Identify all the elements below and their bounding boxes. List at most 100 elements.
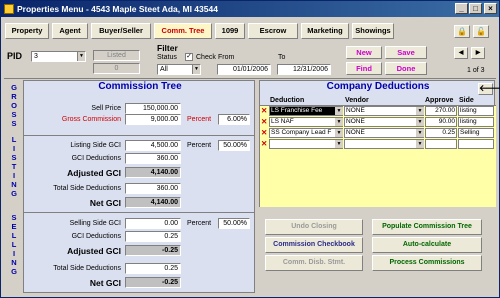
listing-gci-deductions-input[interactable]: 360.00 — [125, 153, 181, 164]
save-button[interactable]: Save — [385, 46, 427, 59]
maximize-button[interactable]: □ — [469, 3, 482, 14]
col-vendor: Vendor — [345, 97, 369, 104]
comm-disb-stmt-button[interactable]: Comm. Disb. Stmt. — [265, 255, 363, 271]
chevron-down-icon[interactable]: ▼ — [416, 118, 424, 126]
selling-net-gci-label: Net GCI — [89, 278, 121, 288]
gross-percent-label: Percent — [187, 116, 212, 123]
listing-adjusted-gci-label: Adjusted GCI — [67, 168, 121, 178]
status-value: All — [160, 66, 168, 73]
from-date-input[interactable]: 01/01/2006 — [217, 64, 271, 75]
lock-icon[interactable]: 🔒 — [454, 25, 470, 38]
filter-title: Filter — [157, 43, 178, 53]
deduction-cell[interactable] — [269, 139, 343, 149]
chevron-down-icon[interactable]: ▼ — [416, 107, 424, 115]
selling-gci-deductions-label: GCI Deductions — [71, 233, 121, 240]
record-counter: 1 of 3 — [467, 67, 485, 74]
listing-percent-input[interactable]: 50.00% — [218, 140, 250, 151]
selling-percent-input[interactable]: 50.00% — [218, 218, 250, 229]
process-commissions-button[interactable]: Process Commissions — [372, 255, 482, 271]
lock-open-icon[interactable]: 🔓 — [473, 25, 489, 38]
to-date-input[interactable]: 12/31/2006 — [277, 64, 331, 75]
side-cell[interactable]: listing — [458, 117, 494, 127]
tab-agent[interactable]: Agent — [52, 23, 88, 39]
listed-label: Listed — [93, 50, 140, 61]
next-record-icon[interactable]: ▶ — [471, 47, 485, 59]
listing-total-side-deductions-input[interactable]: 360.00 — [125, 183, 181, 194]
deduction-cell[interactable]: SS Company Lead F — [269, 128, 343, 138]
arrow-left-icon[interactable]: 🡐 — [478, 83, 500, 95]
delete-row-icon[interactable]: ✕ — [261, 117, 267, 126]
status-select[interactable]: All ▼ — [157, 64, 201, 75]
selling-percent-label: Percent — [187, 220, 212, 227]
title-bar: Properties Menu - 4543 Maple Steet Ada, … — [1, 1, 499, 17]
col-deduction: Deduction — [270, 97, 305, 104]
chevron-down-icon: ▼ — [192, 65, 200, 74]
gross-side-label: GROSS — [11, 83, 17, 128]
sell-price-input[interactable]: 150,000.00 — [125, 103, 181, 114]
side-cell[interactable]: listing — [458, 106, 494, 116]
listing-net-gci-label: Net GCI — [89, 198, 121, 208]
chevron-down-icon[interactable]: ▼ — [335, 107, 343, 115]
chevron-down-icon[interactable]: ▼ — [335, 129, 343, 137]
deduction-cell[interactable]: LS NAF — [269, 117, 343, 127]
window-title: Properties Menu - 4543 Maple Steet Ada, … — [17, 4, 218, 14]
gross-percent-input[interactable]: 6.00% — [218, 114, 250, 125]
side-cell[interactable] — [458, 139, 494, 149]
listing-side-gci-input[interactable]: 4,500.00 — [125, 140, 181, 151]
selling-total-side-deductions-label: Total Side Deductions — [53, 265, 121, 272]
listing-gci-deductions-label: GCI Deductions — [71, 155, 121, 162]
tab-escrow[interactable]: Escrow — [248, 23, 298, 39]
deduction-cell[interactable]: LS Franchise Fee — [269, 106, 343, 116]
selling-total-side-deductions-input[interactable]: 0.25 — [125, 263, 181, 274]
close-button[interactable]: × — [484, 3, 497, 14]
col-approve: Approve — [425, 97, 454, 104]
listing-percent-label: Percent — [187, 142, 212, 149]
selling-gci-deductions-input[interactable]: 0.25 — [125, 231, 181, 242]
approve-cell[interactable] — [425, 139, 457, 149]
tab-1099[interactable]: 1099 — [215, 23, 245, 39]
undo-closing-button[interactable]: Undo Closing — [265, 219, 363, 235]
tab-buyer-seller[interactable]: Buyer/Seller — [91, 23, 151, 39]
find-button[interactable]: Find — [346, 62, 382, 75]
listing-net-gci-value: 4,140.00 — [125, 197, 181, 208]
vendor-cell[interactable]: NONE — [344, 128, 424, 138]
auto-calculate-button[interactable]: Auto-calculate — [372, 237, 482, 253]
chevron-down-icon[interactable]: ▼ — [416, 129, 424, 137]
populate-commission-tree-button[interactable]: Populate Commission Tree — [372, 219, 482, 235]
vendor-cell[interactable]: NONE — [344, 106, 424, 116]
commission-tree-title: Commission Tree — [98, 81, 182, 92]
chevron-down-icon[interactable]: ▼ — [416, 140, 424, 148]
pid-select[interactable]: 3 ▼ — [31, 51, 86, 62]
delete-row-icon[interactable]: ✕ — [261, 139, 267, 148]
chevron-down-icon[interactable]: ▼ — [335, 140, 343, 148]
vendor-cell[interactable] — [344, 139, 424, 149]
approve-cell[interactable]: 0.25 — [425, 128, 457, 138]
done-button[interactable]: Done — [385, 62, 427, 75]
selling-side-gci-input[interactable]: 0.00 — [125, 218, 181, 229]
side-cell[interactable]: Selling — [458, 128, 494, 138]
company-deductions-title: Company Deductions — [326, 81, 430, 92]
delete-row-icon[interactable]: ✕ — [261, 128, 267, 137]
vendor-cell[interactable]: NONE — [344, 117, 424, 127]
new-button[interactable]: New — [346, 46, 382, 59]
chevron-down-icon[interactable]: ▼ — [335, 118, 343, 126]
divider — [23, 135, 255, 136]
gross-commission-input[interactable]: 9,000.00 — [125, 114, 181, 125]
col-side: Side — [459, 97, 474, 104]
approve-cell[interactable]: 270.00 — [425, 106, 457, 116]
tab-comm-tree[interactable]: Comm. Tree — [154, 23, 212, 39]
app-icon — [4, 4, 14, 14]
tab-property[interactable]: Property — [5, 23, 49, 39]
approve-cell[interactable]: 90.00 — [425, 117, 457, 127]
gross-commission-label: Gross Commission — [61, 116, 121, 123]
delete-row-icon[interactable]: ✕ — [261, 106, 267, 115]
prev-record-icon[interactable]: ◀ — [454, 47, 468, 59]
check-checkbox[interactable]: ✓ — [185, 53, 193, 61]
to-label: To — [278, 54, 286, 61]
tab-marketing[interactable]: Marketing — [301, 23, 349, 39]
tab-showings[interactable]: Showings — [352, 23, 394, 39]
listed-value: 0 — [93, 63, 140, 74]
selling-adjusted-gci-label: Adjusted GCI — [67, 246, 121, 256]
commission-checkbook-button[interactable]: Commission Checkbook — [265, 237, 363, 253]
minimize-button[interactable]: _ — [455, 3, 468, 14]
